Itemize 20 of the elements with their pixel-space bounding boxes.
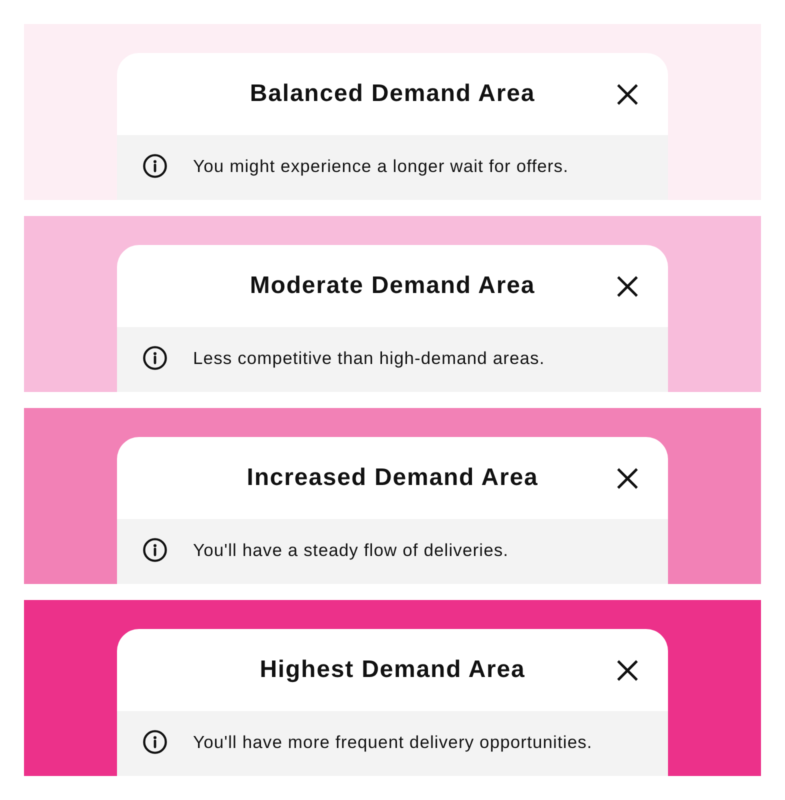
dialog-title: Highest Demand Area [260, 656, 526, 684]
close-button[interactable] [617, 276, 638, 296]
dialog-title: Increased Demand Area [246, 464, 538, 492]
info-message: You'll have more frequent delivery opportunities. [193, 731, 592, 754]
close-icon [617, 468, 638, 488]
info-icon [143, 730, 167, 754]
close-button[interactable] [617, 468, 638, 488]
info-icon [143, 538, 167, 562]
info-message: Less competitive than high-demand areas. [193, 347, 545, 370]
info-icon [143, 154, 167, 178]
close-icon [617, 276, 638, 296]
close-icon [617, 84, 638, 104]
dialog-title: Balanced Demand Area [250, 80, 536, 108]
close-button[interactable] [617, 84, 638, 104]
close-button[interactable] [617, 660, 638, 680]
info-message: You'll have a steady flow of deliveries. [193, 539, 509, 562]
info-message: You might experience a longer wait for offers. [193, 155, 569, 178]
dialog-title: Moderate Demand Area [250, 272, 536, 300]
info-icon [143, 346, 167, 370]
close-icon [617, 660, 638, 680]
